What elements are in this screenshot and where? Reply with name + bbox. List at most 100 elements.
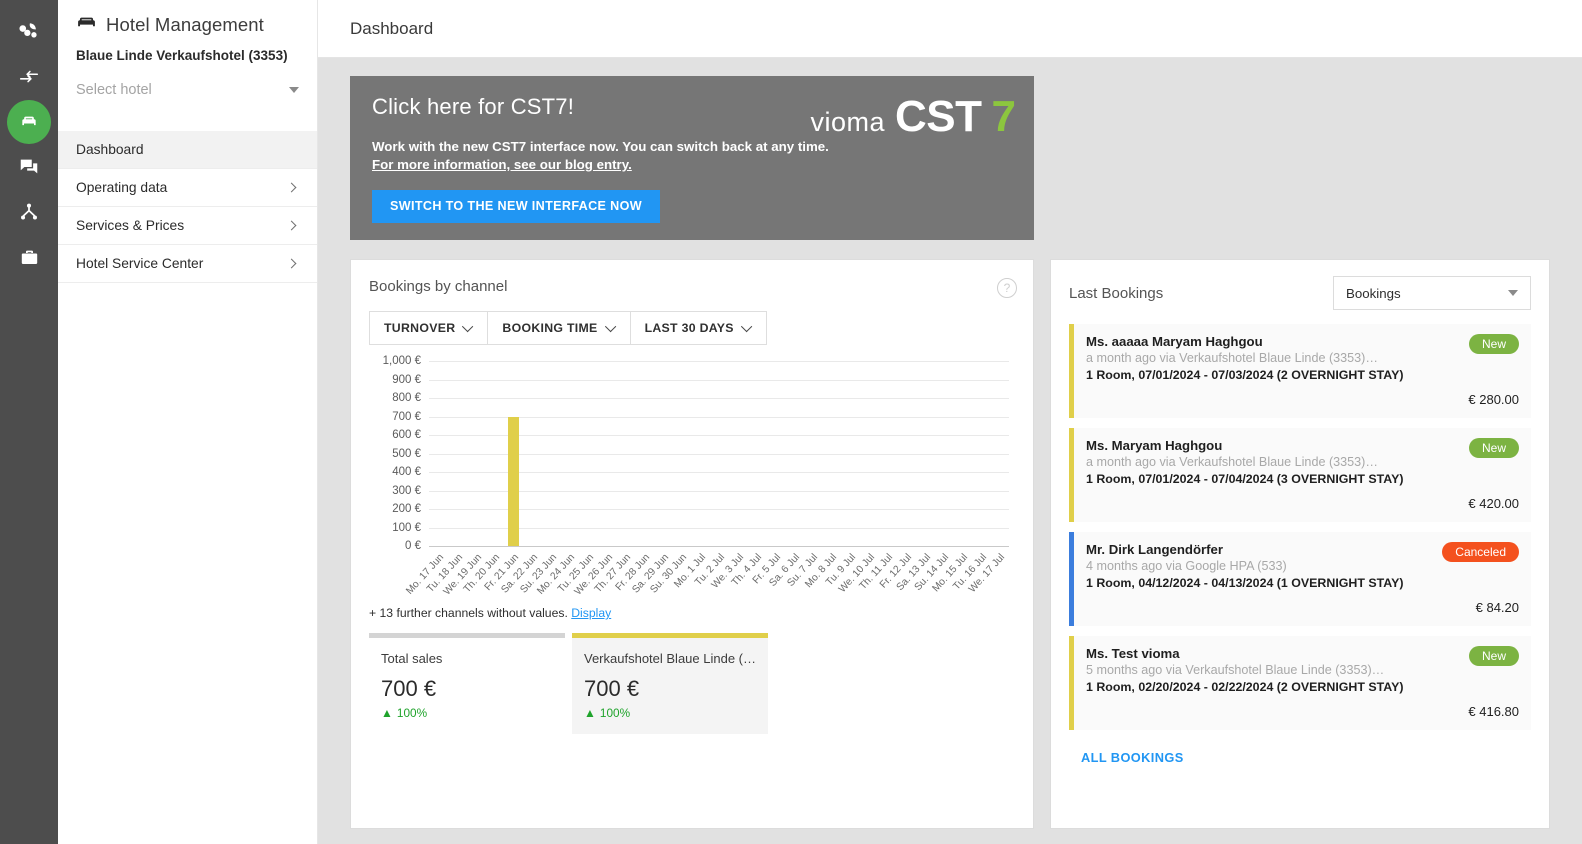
chart-legend: Total sales 700 € ▲ 100% Verkaufshotel B… <box>369 633 1015 734</box>
bar-slot <box>803 361 822 546</box>
gridline <box>429 546 1009 547</box>
bar-slot <box>597 361 616 546</box>
legend-delta-value: 100% <box>396 705 428 720</box>
rail-item-hotel[interactable] <box>7 100 51 144</box>
filter-booking-time[interactable]: BOOKING TIME <box>487 311 630 345</box>
legend-delta: ▲ 100% <box>584 706 756 720</box>
sidebar-item-services-prices[interactable]: Services & Prices <box>58 207 317 245</box>
legend-delta-value: 100% <box>599 705 631 720</box>
further-channels-note: + 13 further channels without values. Di… <box>369 606 1015 620</box>
bookings-by-channel-panel: Bookings by channel ? TURNOVER BOOKING T… <box>350 259 1034 829</box>
rail-item-analytics[interactable] <box>7 10 51 54</box>
bar-slot <box>878 361 897 546</box>
chart-x-axis: Mo. 17 Jun Tu. 18 Jun We. 19 Jun Th. 20 Jun… <box>405 550 1009 606</box>
booking-price: € 84.20 <box>1475 600 1519 615</box>
vioma-wordmark: vioma <box>810 107 886 137</box>
chevron-right-icon <box>286 182 297 193</box>
bar-slot <box>840 361 859 546</box>
bar-slot <box>523 361 542 546</box>
filter-date-range[interactable]: LAST 30 DAYS <box>629 311 767 345</box>
arrow-up-icon: ▲ <box>584 705 596 720</box>
booking-stay-detail: 1 Room, 02/20/2024 - 02/22/2024 (2 OVERN… <box>1086 680 1404 694</box>
bar-slot <box>859 361 878 546</box>
booking-source-meta: a month ago via Verkaufshotel Blaue Lind… <box>1086 455 1378 469</box>
y-axis-tick: 300 € <box>392 484 421 497</box>
hotel-icon <box>19 112 39 132</box>
chart-plot-area <box>429 361 1009 547</box>
legend-card-channel[interactable]: Verkaufshotel Blaue Linde (… 700 € ▲ 100… <box>572 633 768 734</box>
switch-interface-button[interactable]: SWITCH TO THE NEW INTERFACE NOW <box>372 189 660 223</box>
booking-guest-name: Ms. Test vioma <box>1086 646 1180 661</box>
x-axis-tick: We. 17 Jul <box>967 550 1009 606</box>
chart-bars <box>429 361 1009 546</box>
booking-card[interactable]: Ms. Maryam Haghgou a month ago via Verkau… <box>1069 428 1531 522</box>
bar-slot <box>728 361 747 546</box>
promo-banner[interactable]: Click here for CST7! Work with the new C… <box>350 76 1034 240</box>
rail-item-briefcase[interactable] <box>7 235 51 279</box>
current-hotel-name: Blaue Linde Verkaufshotel (3353) <box>76 48 288 63</box>
sidebar-item-operating-data[interactable]: Operating data <box>58 169 317 207</box>
y-axis-tick: 200 € <box>392 503 421 515</box>
topbar: Dashboard <box>318 0 1582 58</box>
y-axis-tick: 500 € <box>392 447 421 460</box>
page-title: Dashboard <box>350 18 434 38</box>
bar-chart: 0 € 100 € 200 € 300 € 400 € 500 € 600 € 700 € 80… <box>369 355 1015 601</box>
bar-slot <box>990 361 1009 546</box>
last-bookings-title: Last Bookings <box>1069 284 1164 302</box>
last-bookings-header: Last Bookings Bookings <box>1069 276 1531 310</box>
bar-slot <box>710 361 729 546</box>
booking-source-meta: 5 months ago via Verkaufshotel Blaue Lin… <box>1086 663 1385 677</box>
booking-guest-name: Ms. aaaaa Maryam Haghgou <box>1086 334 1263 349</box>
analytics-icon <box>18 21 40 43</box>
booking-source-meta: a month ago via Verkaufshotel Blaue Lind… <box>1086 351 1378 365</box>
legend-delta: ▲ 100% <box>381 706 553 720</box>
y-axis-tick: 900 € <box>392 373 421 386</box>
bookings-type-value: Bookings <box>1346 285 1401 301</box>
filter-label: LAST 30 DAYS <box>644 321 734 335</box>
legend-card-total-sales[interactable]: Total sales 700 € ▲ 100% <box>369 633 565 734</box>
rail-item-transfer[interactable] <box>7 55 51 99</box>
sitemap-icon <box>18 201 40 223</box>
booking-card[interactable]: Mr. Dirk Langendörfer 4 months ago via Go… <box>1069 532 1531 626</box>
sidebar-item-hotel-service-center[interactable]: Hotel Service Center <box>58 245 317 283</box>
display-further-channels-link[interactable]: Display <box>571 606 611 620</box>
legend-label: Total sales <box>381 651 443 666</box>
bar-slot <box>897 361 916 546</box>
booking-price: € 280.00 <box>1468 392 1519 407</box>
filter-turnover[interactable]: TURNOVER <box>369 311 488 345</box>
booking-price: € 416.80 <box>1468 704 1519 719</box>
icon-rail <box>0 0 58 844</box>
booking-card[interactable]: Ms. Test vioma 5 months ago via Verkaufsh… <box>1069 636 1531 730</box>
sidebar-item-dashboard[interactable]: Dashboard <box>58 131 317 169</box>
sidebar-nav: Dashboard Operating data Services & Pric… <box>58 131 317 283</box>
rail-item-sitemap[interactable] <box>7 190 51 234</box>
question-mark-icon[interactable]: ? <box>997 278 1017 298</box>
status-badge: Canceled <box>1442 542 1519 562</box>
y-axis-tick: 400 € <box>392 466 421 478</box>
chart-panel-title: Bookings by channel <box>369 278 508 295</box>
booking-card[interactable]: Ms. aaaaa Maryam Haghgou a month ago via … <box>1069 324 1531 418</box>
all-bookings-link[interactable]: ALL BOOKINGS <box>1069 750 1531 765</box>
bar-slot <box>504 361 523 546</box>
y-axis-tick: 700 € <box>392 410 421 423</box>
hotel-select[interactable]: Select hotel <box>76 75 299 105</box>
booking-guest-name: Ms. Maryam Haghgou <box>1086 438 1223 453</box>
bar-slot <box>915 361 934 546</box>
promo-blog-link[interactable]: For more information, see our blog entry… <box>372 156 1012 174</box>
status-badge: New <box>1468 438 1519 458</box>
bar-slot <box>635 361 654 546</box>
chevron-down-icon <box>740 320 753 333</box>
last-bookings-panel: Last Bookings Bookings Ms. aaaaa Maryam … <box>1050 259 1550 829</box>
bookings-list: Ms. aaaaa Maryam Haghgou a month ago via … <box>1069 324 1531 730</box>
y-axis-tick: 100 € <box>392 521 421 534</box>
chart-bar[interactable] <box>507 416 519 546</box>
booking-stay-detail: 1 Room, 04/12/2024 - 04/13/2024 (1 OVERN… <box>1086 576 1404 590</box>
bar-slot <box>934 361 953 546</box>
sidebar-brand-title: Hotel Management <box>106 14 264 35</box>
bar-slot <box>784 361 803 546</box>
bar-slot <box>466 361 485 546</box>
bar-slot <box>560 361 579 546</box>
bookings-type-select[interactable]: Bookings <box>1333 276 1531 310</box>
rail-item-chat[interactable] <box>7 145 51 189</box>
bar-slot <box>429 361 448 546</box>
